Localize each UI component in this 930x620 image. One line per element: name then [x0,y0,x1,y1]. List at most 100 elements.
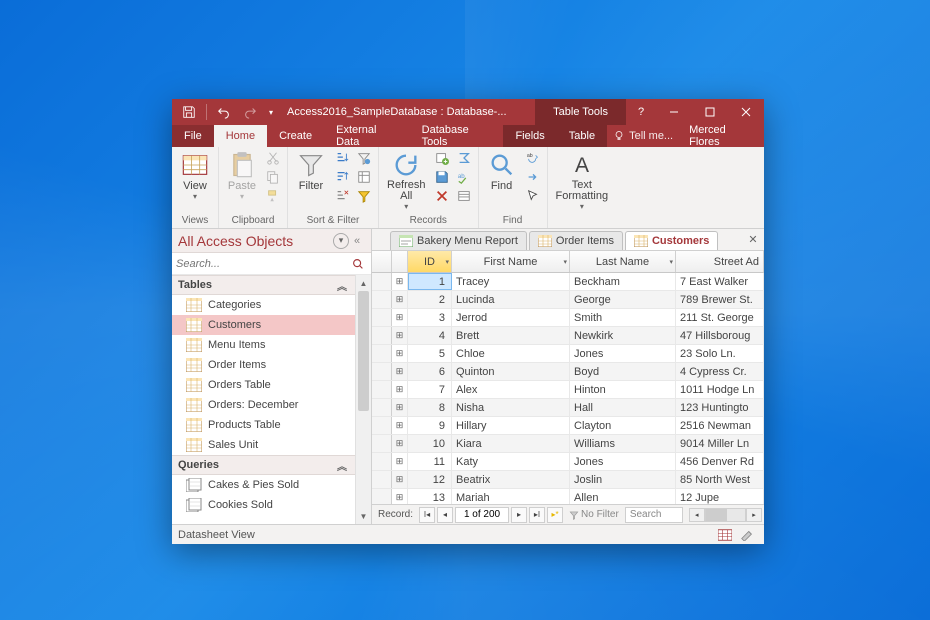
expand-row-icon[interactable]: ⊞ [392,399,408,416]
row-selector[interactable] [372,345,392,362]
shutter-collapse-icon[interactable]: « [349,233,365,249]
chevron-up-icon[interactable]: ︽ [335,458,349,473]
minimize-button[interactable] [656,99,692,125]
toggle-filter-icon[interactable] [354,187,374,205]
scroll-left-icon[interactable]: ◂ [689,508,705,522]
record-position[interactable] [455,507,509,523]
cell-id[interactable]: 12 [408,471,452,488]
horizontal-scrollbar[interactable]: ◂ ▸ [689,508,762,522]
expand-row-icon[interactable]: ⊞ [392,471,408,488]
cell-first-name[interactable]: Beatrix [452,471,570,488]
qat-customize-icon[interactable]: ▾ [265,101,277,123]
cell-last-name[interactable]: Hall [570,399,676,416]
cell-id[interactable]: 11 [408,453,452,470]
cell-id[interactable]: 9 [408,417,452,434]
cell-last-name[interactable]: Joslin [570,471,676,488]
sort-desc-icon[interactable] [332,168,352,186]
row-selector[interactable] [372,471,392,488]
nav-scrollbar[interactable]: ▲ ▼ [355,275,371,524]
nav-item[interactable]: Sales Unit [172,435,355,455]
cell-first-name[interactable]: Kiara [452,435,570,452]
cell-last-name[interactable]: Williams [570,435,676,452]
scroll-right-icon[interactable]: ▸ [746,508,762,522]
cell-last-name[interactable]: Hinton [570,381,676,398]
cell-id[interactable]: 13 [408,489,452,504]
column-id[interactable]: ID▾ [408,251,452,272]
table-row[interactable]: ⊞7AlexHinton1011 Hodge Ln [372,381,764,399]
row-selector[interactable] [372,273,392,290]
row-selector[interactable] [372,489,392,504]
expand-row-icon[interactable]: ⊞ [392,489,408,504]
cut-icon[interactable] [263,149,283,167]
filter-indicator[interactable]: No Filter [565,509,623,520]
cell-first-name[interactable]: Hillary [452,417,570,434]
search-icon[interactable] [351,257,367,271]
nav-item[interactable]: Orders Table [172,375,355,395]
select-all-cell[interactable] [372,251,392,272]
doc-tab[interactable]: Order Items [529,231,623,250]
cell-last-name[interactable]: Clayton [570,417,676,434]
scroll-down-icon[interactable]: ▼ [356,508,371,524]
cell-id[interactable]: 4 [408,327,452,344]
cell-last-name[interactable]: George [570,291,676,308]
cell-first-name[interactable]: Quinton [452,363,570,380]
close-tab-button[interactable]: ✕ [742,229,764,250]
column-last-name[interactable]: Last Name▾ [570,251,676,272]
tab-create[interactable]: Create [267,125,324,147]
chevron-down-icon[interactable]: ▾ [669,258,673,266]
totals-icon[interactable] [454,149,474,167]
table-row[interactable]: ⊞3JerrodSmith211 St. George [372,309,764,327]
expand-row-icon[interactable]: ⊞ [392,363,408,380]
table-row[interactable]: ⊞9HillaryClayton2516 Newman [372,417,764,435]
cell-address[interactable]: 9014 Miller Ln [676,435,764,452]
cell-address[interactable]: 123 Huntingto [676,399,764,416]
cell-id[interactable]: 8 [408,399,452,416]
table-row[interactable]: ⊞6QuintonBoyd4 Cypress Cr. [372,363,764,381]
doc-tab[interactable]: Customers [625,231,718,250]
row-selector[interactable] [372,417,392,434]
cell-address[interactable]: 2516 Newman [676,417,764,434]
cell-first-name[interactable]: Brett [452,327,570,344]
nav-header[interactable]: All Access Objects ▾ « [172,229,371,253]
nav-item[interactable]: Cakes & Pies Sold [172,475,355,495]
replace-icon[interactable]: ab [523,149,543,167]
cell-address[interactable]: 1011 Hodge Ln [676,381,764,398]
cell-first-name[interactable]: Alex [452,381,570,398]
expand-row-icon[interactable]: ⊞ [392,453,408,470]
row-selector[interactable] [372,399,392,416]
row-selector[interactable] [372,453,392,470]
scroll-thumb[interactable] [358,291,369,411]
save-icon[interactable] [178,101,200,123]
cell-first-name[interactable]: Chloe [452,345,570,362]
cell-address[interactable]: 211 St. George [676,309,764,326]
nav-item[interactable]: Order Items [172,355,355,375]
goto-icon[interactable] [523,168,543,186]
expand-row-icon[interactable]: ⊞ [392,291,408,308]
row-selector[interactable] [372,435,392,452]
nav-group-queries[interactable]: Queries︽ [172,455,355,475]
delete-record-icon[interactable] [432,187,452,205]
table-row[interactable]: ⊞8NishaHall123 Huntingto [372,399,764,417]
filter-button[interactable]: Filter [292,149,330,194]
datasheet-view-button[interactable] [714,527,736,543]
advanced-filter-icon[interactable] [354,168,374,186]
expand-row-icon[interactable]: ⊞ [392,435,408,452]
user-name[interactable]: Merced Flores [679,125,764,147]
cell-first-name[interactable]: Nisha [452,399,570,416]
cell-address[interactable]: 47 Hillsboroug [676,327,764,344]
expand-row-icon[interactable]: ⊞ [392,309,408,326]
design-view-button[interactable] [736,527,758,543]
tab-external-data[interactable]: External Data [324,125,410,147]
expand-row-icon[interactable]: ⊞ [392,273,408,290]
column-street-address[interactable]: Street Ad [676,251,764,272]
tab-database-tools[interactable]: Database Tools [410,125,504,147]
table-row[interactable]: ⊞13MariahAllen12 Jupe [372,489,764,504]
more-records-icon[interactable] [454,187,474,205]
chevron-down-icon[interactable]: ▾ [563,258,567,266]
cell-last-name[interactable]: Jones [570,345,676,362]
maximize-button[interactable] [692,99,728,125]
cell-address[interactable]: 85 North West [676,471,764,488]
close-button[interactable] [728,99,764,125]
cell-first-name[interactable]: Lucinda [452,291,570,308]
refresh-all-button[interactable]: Refresh All ▾ [383,149,430,213]
